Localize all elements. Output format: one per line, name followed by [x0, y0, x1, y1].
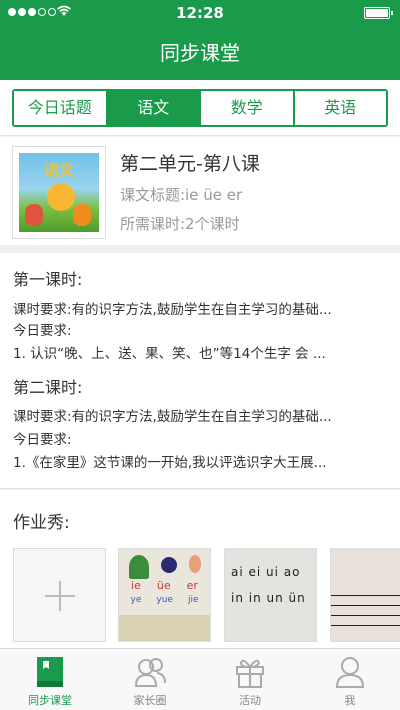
pinyin-label: jie	[187, 595, 199, 605]
period-title: 第一课时:	[13, 270, 83, 289]
requirement-label: 课时要求:	[13, 302, 72, 318]
today-requirement-text[interactable]: 1.《在家里》这节课的一开始,我以评选识字大王展...	[13, 451, 383, 471]
tabbar-label: 我	[344, 694, 356, 707]
tabbar-label: 活动	[239, 694, 261, 707]
homework-thumbnail[interactable]: ai ei ui ao in in un ün	[224, 548, 317, 642]
cover-title: 语文	[43, 161, 74, 179]
pinyin-row: ai ei ui ao	[231, 565, 301, 579]
lesson-required-hours: 所需课时:2个课时	[120, 215, 240, 233]
tab-math[interactable]: 数学	[199, 91, 293, 125]
tab-today-topic[interactable]: 今日话题	[14, 91, 106, 125]
today-requirement-label: 今日要求:	[13, 432, 72, 448]
pinyin-row: in in un ün	[231, 591, 306, 605]
requirement-text: 有的识字方法,鼓励学生在自主学习的基础...	[71, 409, 332, 425]
textbook-cover-image: 语文	[12, 146, 106, 239]
homework-thumbnails[interactable]: ie üe er ye yue jie ai ei ui ao in in un…	[13, 548, 400, 642]
homework-title: 作业秀:	[13, 513, 70, 533]
tab-english[interactable]: 英语	[292, 91, 386, 125]
pinyin-label: ye	[130, 595, 142, 605]
today-requirement-label: 今日要求:	[13, 323, 72, 339]
gift-icon	[236, 659, 264, 688]
navigation-bar: 同步课堂	[0, 26, 400, 80]
lesson-card[interactable]: 语文 第二单元-第八课 课文标题:ie üe er 所需课时:2个课时	[0, 137, 400, 245]
pinyin-label: er	[186, 579, 198, 592]
period-title: 第二课时:	[13, 378, 83, 397]
add-homework-button[interactable]	[13, 548, 106, 642]
period-requirement[interactable]: 课时要求:有的识字方法,鼓励学生在自主学习的基础...	[13, 405, 383, 425]
requirement-label: 课时要求:	[13, 409, 72, 425]
status-bar: 12:28	[0, 0, 400, 26]
battery-icon	[364, 7, 393, 19]
subject-tabs: 今日话题 语文 数学 英语	[12, 89, 388, 127]
today-requirement-text[interactable]: 1. 认识“晚、上、送、果、笑、也”等14个生字 会 ...	[13, 342, 383, 362]
person-icon	[335, 657, 365, 688]
period-requirement[interactable]: 课时要求:有的识字方法,鼓励学生在自主学习的基础...	[13, 298, 383, 318]
homework-thumbnail[interactable]	[330, 548, 400, 642]
lesson-text-title: 课文标题:ie üe er	[120, 186, 243, 204]
tabbar-item-me[interactable]: 我	[300, 649, 400, 710]
homework-section: 作业秀: ie üe er ye yue jie ai ei ui ao in …	[0, 490, 400, 648]
tab-chinese[interactable]: 语文	[105, 91, 199, 125]
tabbar-item-sync-class[interactable]: 同步课堂	[0, 649, 100, 710]
page-title: 同步课堂	[160, 41, 240, 65]
period-list: 第一课时: 课时要求:有的识字方法,鼓励学生在自主学习的基础... 今日要求: …	[0, 253, 400, 489]
requirement-text: 有的识字方法,鼓励学生在自主学习的基础...	[71, 302, 332, 318]
lesson-title: 第二单元-第八课	[120, 153, 260, 175]
tabbar-item-activity[interactable]: 活动	[200, 649, 300, 710]
book-icon	[37, 657, 63, 687]
subject-tab-strip: 今日话题 语文 数学 英语	[0, 80, 400, 136]
tabbar-label: 同步课堂	[28, 694, 72, 707]
pinyin-label: üe	[156, 579, 171, 592]
tabbar-label: 家长圈	[133, 694, 167, 707]
status-time: 12:28	[176, 4, 224, 22]
people-icon	[134, 658, 166, 687]
tabbar-item-parent-circle[interactable]: 家长圈	[100, 649, 200, 710]
bottom-tab-bar: 同步课堂 家长圈 活动 我	[0, 648, 400, 710]
pinyin-label: ie	[131, 579, 141, 592]
pinyin-label: yue	[156, 595, 173, 605]
homework-thumbnail[interactable]: ie üe er ye yue jie	[118, 548, 211, 642]
